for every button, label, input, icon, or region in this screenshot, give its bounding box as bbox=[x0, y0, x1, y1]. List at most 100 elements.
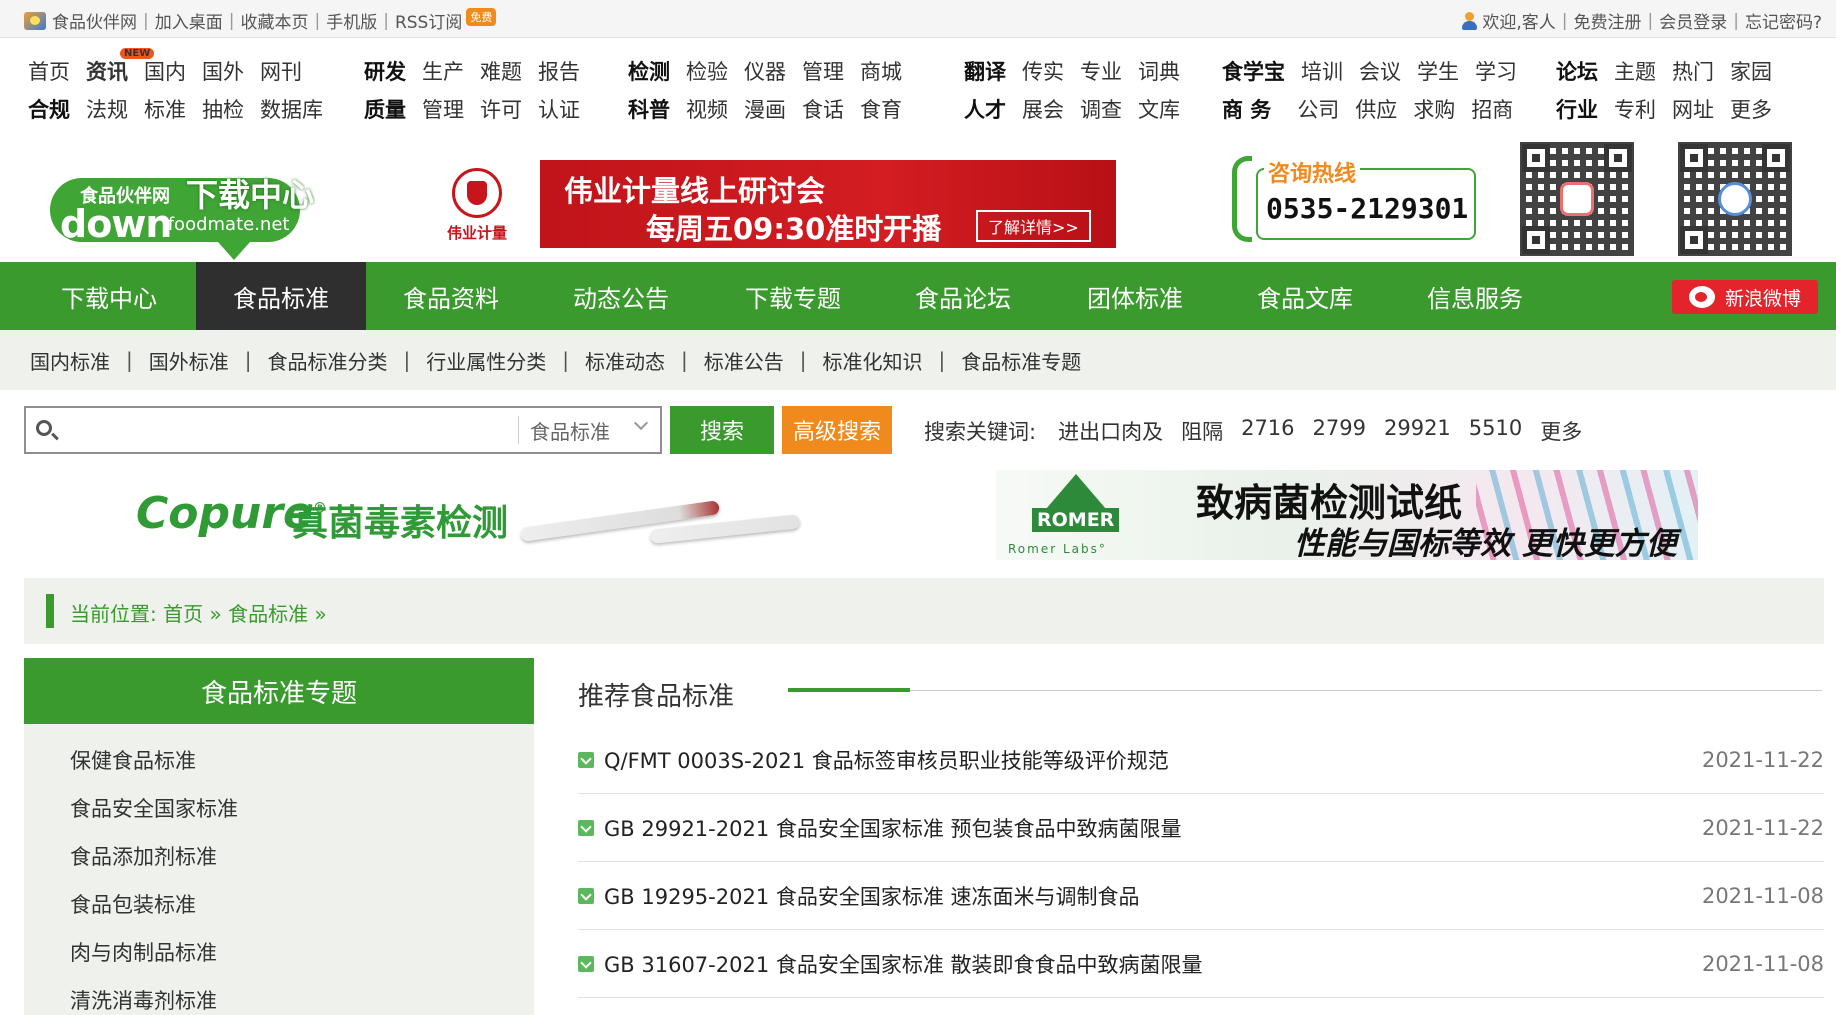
breadcrumb-home-link[interactable]: 首页 bbox=[163, 602, 203, 626]
search-button[interactable]: 搜索 bbox=[670, 406, 774, 454]
breadcrumb-current-link[interactable]: 食品标准 bbox=[228, 602, 308, 626]
sidebar-item-disinfectant[interactable]: 清洗消毒剂标准 bbox=[70, 976, 534, 1015]
download-center-logo[interactable]: 食品伙伴网 下载中心 down .foodmate.net bbox=[46, 158, 326, 260]
nav-download-topics[interactable]: 下载专题 bbox=[708, 262, 878, 330]
cat-link[interactable]: 报告 bbox=[538, 56, 580, 86]
cat-heading[interactable]: 合规 bbox=[28, 94, 70, 124]
cat-link[interactable]: 法规 bbox=[86, 94, 128, 124]
banner-details-button[interactable]: 了解详情>> bbox=[976, 210, 1091, 242]
cat-heading[interactable]: 食学宝 bbox=[1222, 56, 1285, 86]
nav-food-standards[interactable]: 食品标准 bbox=[196, 262, 366, 330]
keyword-link[interactable]: 29921 bbox=[1384, 416, 1451, 446]
cat-link[interactable]: 难题 bbox=[480, 56, 522, 86]
cat-link[interactable]: 国内 bbox=[144, 56, 186, 86]
cat-link[interactable]: 展会 bbox=[1022, 94, 1064, 124]
nav-info-services[interactable]: 信息服务 bbox=[1390, 262, 1560, 330]
subnav-standardization-knowledge[interactable]: 标准化知识 bbox=[823, 346, 923, 375]
cat-link[interactable]: 调查 bbox=[1080, 94, 1122, 124]
cat-link[interactable]: 网址 bbox=[1672, 94, 1714, 124]
nav-food-forum[interactable]: 食品论坛 bbox=[878, 262, 1048, 330]
nav-food-materials[interactable]: 食品资料 bbox=[366, 262, 536, 330]
cat-link[interactable]: 词典 bbox=[1138, 56, 1180, 86]
cat-link[interactable]: 求购 bbox=[1413, 94, 1455, 124]
cat-link[interactable]: 热门 bbox=[1672, 56, 1714, 86]
nav-download-center[interactable]: 下载中心 bbox=[24, 262, 194, 330]
mobile-link[interactable]: 手机版 bbox=[326, 8, 377, 33]
cat-link[interactable]: 传实 bbox=[1022, 56, 1064, 86]
copure-ad[interactable]: Copure® 真菌毒素检测 bbox=[120, 470, 820, 564]
weiye-seminar-banner[interactable]: 伟业计量线上研讨会 每周五09:30准时开播 了解详情>> bbox=[540, 160, 1116, 248]
cat-link[interactable]: 网刊 bbox=[260, 56, 302, 86]
cat-link[interactable]: 培训 bbox=[1301, 56, 1343, 86]
standard-title-link[interactable]: Q/FMT 0003S-2021 食品标签审核员职业技能等级评价规范 bbox=[604, 745, 1169, 775]
sidebar-item-additives[interactable]: 食品添加剂标准 bbox=[70, 832, 534, 880]
site-home-icon[interactable] bbox=[24, 11, 46, 30]
sidebar-item-national-safety[interactable]: 食品安全国家标准 bbox=[70, 784, 534, 832]
nav-announcements[interactable]: 动态公告 bbox=[536, 262, 706, 330]
cat-link[interactable]: 认证 bbox=[538, 94, 580, 124]
cat-link[interactable]: 食育 bbox=[860, 94, 902, 124]
cat-link[interactable]: 供应 bbox=[1355, 94, 1397, 124]
cat-link[interactable]: 学习 bbox=[1475, 56, 1517, 86]
cat-heading[interactable]: 质量 bbox=[364, 94, 406, 124]
cat-heading[interactable]: 检测 bbox=[628, 56, 670, 86]
bookmark-link[interactable]: 收藏本页 bbox=[240, 8, 308, 33]
cat-link[interactable]: 仪器 bbox=[744, 56, 786, 86]
cat-heading[interactable]: 人才 bbox=[964, 94, 1006, 124]
cat-link[interactable]: 食话 bbox=[802, 94, 844, 124]
cat-heading[interactable]: 商 务 bbox=[1222, 94, 1271, 124]
keyword-link[interactable]: 2716 bbox=[1241, 416, 1294, 446]
cat-link[interactable]: 更多 bbox=[1730, 94, 1772, 124]
cat-link[interactable]: 视频 bbox=[686, 94, 728, 124]
cat-link[interactable]: 漫画 bbox=[744, 94, 786, 124]
register-link[interactable]: 免费注册 bbox=[1574, 8, 1642, 33]
cat-link[interactable]: 数据库 bbox=[260, 94, 323, 124]
keyword-link[interactable]: 2799 bbox=[1313, 416, 1366, 446]
subnav-standard-notices[interactable]: 标准公告 bbox=[704, 346, 784, 375]
subnav-standard-topics[interactable]: 食品标准专题 bbox=[961, 346, 1081, 375]
search-category-select[interactable]: 食品标准 bbox=[530, 416, 610, 445]
cat-heading[interactable]: 翻译 bbox=[964, 56, 1006, 86]
subnav-standard-categories[interactable]: 食品标准分类 bbox=[268, 346, 388, 375]
keyword-link[interactable]: 5510 bbox=[1469, 416, 1522, 446]
add-desktop-link[interactable]: 加入桌面 bbox=[155, 8, 223, 33]
cat-link[interactable]: 生产 bbox=[422, 56, 464, 86]
sidebar-item-packaging[interactable]: 食品包装标准 bbox=[70, 880, 534, 928]
keyword-link[interactable]: 进出口肉及 bbox=[1058, 416, 1163, 446]
cat-link[interactable]: 专业 bbox=[1080, 56, 1122, 86]
chevron-down-icon[interactable] bbox=[633, 415, 649, 431]
cat-heading[interactable]: 科普 bbox=[628, 94, 670, 124]
subnav-foreign-standards[interactable]: 国外标准 bbox=[149, 346, 229, 375]
nav-group-standards[interactable]: 团体标准 bbox=[1050, 262, 1220, 330]
cat-link[interactable]: 文库 bbox=[1138, 94, 1180, 124]
cat-heading[interactable]: 资讯 NEW bbox=[86, 48, 155, 86]
cat-link[interactable]: 学生 bbox=[1417, 56, 1459, 86]
weiye-logo[interactable]: 伟业计量 bbox=[440, 168, 514, 244]
cat-link[interactable]: 管理 bbox=[802, 56, 844, 86]
cat-link[interactable]: 家园 bbox=[1730, 56, 1772, 86]
cat-heading[interactable]: 行业 bbox=[1556, 94, 1598, 124]
subnav-standard-news[interactable]: 标准动态 bbox=[585, 346, 665, 375]
cat-link[interactable]: 专利 bbox=[1614, 94, 1656, 124]
standard-title-link[interactable]: GB 19295-2021 食品安全国家标准 速冻面米与调制食品 bbox=[604, 881, 1140, 911]
cat-link[interactable]: 抽检 bbox=[202, 94, 244, 124]
cat-heading[interactable]: 论坛 bbox=[1556, 56, 1598, 86]
cat-link[interactable]: 管理 bbox=[422, 94, 464, 124]
romer-ad[interactable]: ROMER Romer Labs° 致病菌检测试纸 性能与国标等效 更快更方便 bbox=[996, 470, 1698, 560]
cat-link[interactable]: 国外 bbox=[202, 56, 244, 86]
weibo-button[interactable]: 新浪微博 bbox=[1672, 280, 1818, 314]
search-input[interactable] bbox=[66, 414, 534, 446]
cat-link[interactable]: 主题 bbox=[1614, 56, 1656, 86]
cat-link[interactable]: 商城 bbox=[860, 56, 902, 86]
cat-link[interactable]: 公司 bbox=[1297, 94, 1339, 124]
cat-heading[interactable]: 研发 bbox=[364, 56, 406, 86]
forgot-password-link[interactable]: 忘记密码? bbox=[1745, 8, 1822, 33]
standard-title-link[interactable]: GB 31607-2021 食品安全国家标准 散装即食食品中致病菌限量 bbox=[604, 949, 1203, 979]
cat-link[interactable]: 首页 bbox=[28, 56, 70, 86]
site-link[interactable]: 食品伙伴网 bbox=[52, 8, 137, 33]
subnav-industry-categories[interactable]: 行业属性分类 bbox=[426, 346, 546, 375]
cat-link[interactable]: 标准 bbox=[144, 94, 186, 124]
subnav-domestic-standards[interactable]: 国内标准 bbox=[30, 346, 110, 375]
login-link[interactable]: 会员登录 bbox=[1659, 8, 1727, 33]
sidebar-item-health-food[interactable]: 保健食品标准 bbox=[70, 736, 534, 784]
